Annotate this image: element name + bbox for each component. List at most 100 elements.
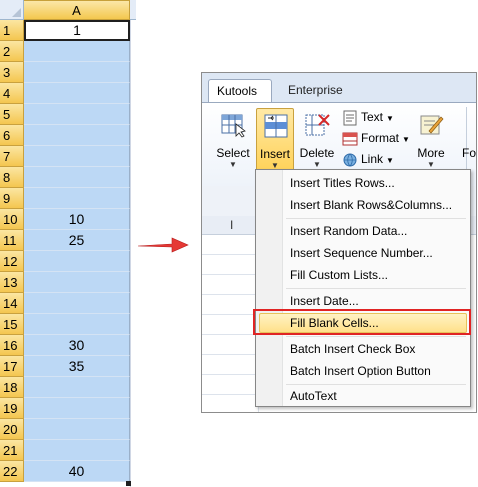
row-number[interactable]: 5 bbox=[0, 104, 24, 125]
row-number[interactable]: 17 bbox=[0, 356, 24, 377]
more-icon bbox=[420, 115, 444, 135]
cell-a1[interactable]: 1 bbox=[24, 20, 130, 41]
grid-line bbox=[202, 374, 258, 375]
row-number[interactable]: 12 bbox=[0, 251, 24, 272]
row-number[interactable]: 1 bbox=[0, 20, 24, 41]
cell-a8[interactable] bbox=[24, 167, 130, 188]
row-number[interactable]: 10 bbox=[0, 209, 24, 230]
table-row: 6 bbox=[0, 125, 130, 146]
delete-button[interactable]: Delete ▼ bbox=[298, 108, 336, 176]
grid-line bbox=[202, 254, 258, 255]
format-icon bbox=[342, 132, 358, 146]
column-header-next[interactable] bbox=[130, 0, 136, 20]
cell-a10[interactable]: 10 bbox=[24, 209, 130, 230]
row-number[interactable]: 13 bbox=[0, 272, 24, 293]
cell-a20[interactable] bbox=[24, 419, 130, 440]
menu-item-insert-sequence-number[interactable]: Insert Sequence Number... bbox=[290, 243, 433, 263]
row-number[interactable]: 18 bbox=[0, 377, 24, 398]
table-row: 9 bbox=[0, 188, 130, 209]
chevron-down-icon: ▼ bbox=[386, 156, 394, 165]
row-number[interactable]: 6 bbox=[0, 125, 24, 146]
row-number[interactable]: 7 bbox=[0, 146, 24, 167]
cell-a12[interactable] bbox=[24, 251, 130, 272]
table-row: 15 bbox=[0, 314, 130, 335]
row-number[interactable]: 9 bbox=[0, 188, 24, 209]
cell-a2[interactable] bbox=[24, 41, 130, 62]
select-icon bbox=[221, 114, 246, 138]
format-edge-button[interactable]: Fo bbox=[462, 108, 476, 176]
spreadsheet-column: A 11 2 3 4 5 6 7 8 9 10 10 11 25 12 13 14 … bbox=[0, 0, 136, 487]
fill-handle[interactable] bbox=[126, 481, 131, 486]
menu-separator bbox=[286, 218, 466, 219]
more-button[interactable]: More ▼ bbox=[412, 108, 450, 176]
table-row: 10 10 bbox=[0, 209, 130, 230]
insert-button[interactable]: Insert ▼ bbox=[256, 108, 294, 176]
row-number[interactable]: 11 bbox=[0, 230, 24, 251]
link-button[interactable]: Link ▼ bbox=[342, 149, 394, 169]
column-header-i[interactable]: I bbox=[230, 218, 233, 232]
menu-separator bbox=[286, 288, 466, 289]
row-number[interactable]: 8 bbox=[0, 167, 24, 188]
row-number[interactable]: 3 bbox=[0, 62, 24, 83]
chevron-down-icon: ▼ bbox=[229, 160, 237, 169]
table-row: 21 bbox=[0, 440, 130, 461]
cell-a19[interactable] bbox=[24, 398, 130, 419]
table-row: 11 bbox=[0, 20, 130, 41]
row-number[interactable]: 14 bbox=[0, 293, 24, 314]
table-row: 20 bbox=[0, 419, 130, 440]
menu-separator bbox=[286, 336, 466, 337]
menu-item-fill-custom-lists[interactable]: Fill Custom Lists... bbox=[290, 265, 388, 285]
grid-line bbox=[202, 394, 258, 395]
cell-a11[interactable]: 25 bbox=[24, 230, 130, 251]
cell-a5[interactable] bbox=[24, 104, 130, 125]
column-header-a[interactable]: A bbox=[24, 0, 130, 20]
more-label: More bbox=[417, 146, 445, 160]
cell-a17[interactable]: 35 bbox=[24, 356, 130, 377]
cell-a16[interactable]: 30 bbox=[24, 335, 130, 356]
cell-a9[interactable] bbox=[24, 188, 130, 209]
menu-item-insert-blank-rows-columns[interactable]: Insert Blank Rows&Columns... bbox=[290, 195, 452, 215]
menu-item-insert-titles-rows[interactable]: Insert Titles Rows... bbox=[290, 173, 395, 193]
cell-a3[interactable] bbox=[24, 62, 130, 83]
row-number[interactable]: 16 bbox=[0, 335, 24, 356]
cell-a6[interactable] bbox=[24, 125, 130, 146]
menu-item-batch-insert-option-button[interactable]: Batch Insert Option Button bbox=[290, 361, 431, 381]
table-row: 11 25 bbox=[0, 230, 130, 251]
menu-item-autotext[interactable]: AutoText bbox=[290, 386, 337, 406]
cell-a7[interactable] bbox=[24, 146, 130, 167]
grid-line bbox=[202, 354, 258, 355]
menu-item-insert-random-data[interactable]: Insert Random Data... bbox=[290, 221, 407, 241]
menu-item-batch-insert-check-box[interactable]: Batch Insert Check Box bbox=[290, 339, 415, 359]
row-number[interactable]: 22 bbox=[0, 461, 24, 482]
text-label: Text bbox=[361, 110, 384, 124]
row-number[interactable]: 2 bbox=[0, 41, 24, 62]
row-number[interactable]: 4 bbox=[0, 83, 24, 104]
row-number[interactable]: 19 bbox=[0, 398, 24, 419]
insert-dropdown-menu: Insert Titles Rows... Insert Blank Rows&… bbox=[255, 169, 471, 407]
table-row: 5 bbox=[0, 104, 130, 125]
cell-a4[interactable] bbox=[24, 83, 130, 104]
cell-a15[interactable] bbox=[24, 314, 130, 335]
text-button[interactable]: Text ▼ bbox=[342, 107, 394, 127]
table-row: 14 bbox=[0, 293, 130, 314]
menu-item-insert-date[interactable]: Insert Date... bbox=[290, 291, 359, 311]
tab-enterprise[interactable]: Enterprise bbox=[280, 79, 351, 103]
cell-a13[interactable] bbox=[24, 272, 130, 293]
cell-a18[interactable] bbox=[24, 377, 130, 398]
cell-a22[interactable]: 40 bbox=[24, 461, 130, 482]
cell-a21[interactable] bbox=[24, 440, 130, 461]
chevron-down-icon: ▼ bbox=[313, 160, 321, 169]
row-number[interactable]: 21 bbox=[0, 440, 24, 461]
insert-label: Insert bbox=[259, 147, 290, 161]
ribbon-tab-bar: Kutools Enterprise bbox=[202, 73, 476, 103]
tab-kutools[interactable]: Kutools bbox=[208, 79, 272, 103]
row-number[interactable]: 15 bbox=[0, 314, 24, 335]
cell-a14[interactable] bbox=[24, 293, 130, 314]
sheet-rows: 11 2 3 4 5 6 7 8 9 10 10 11 25 12 13 14 15… bbox=[0, 20, 130, 482]
select-button[interactable]: Select ▼ bbox=[214, 108, 252, 176]
select-all-corner[interactable] bbox=[0, 0, 24, 20]
table-row: 17 35 bbox=[0, 356, 130, 377]
link-icon bbox=[343, 153, 357, 167]
format-button[interactable]: Format ▼ bbox=[342, 128, 410, 148]
row-number[interactable]: 20 bbox=[0, 419, 24, 440]
